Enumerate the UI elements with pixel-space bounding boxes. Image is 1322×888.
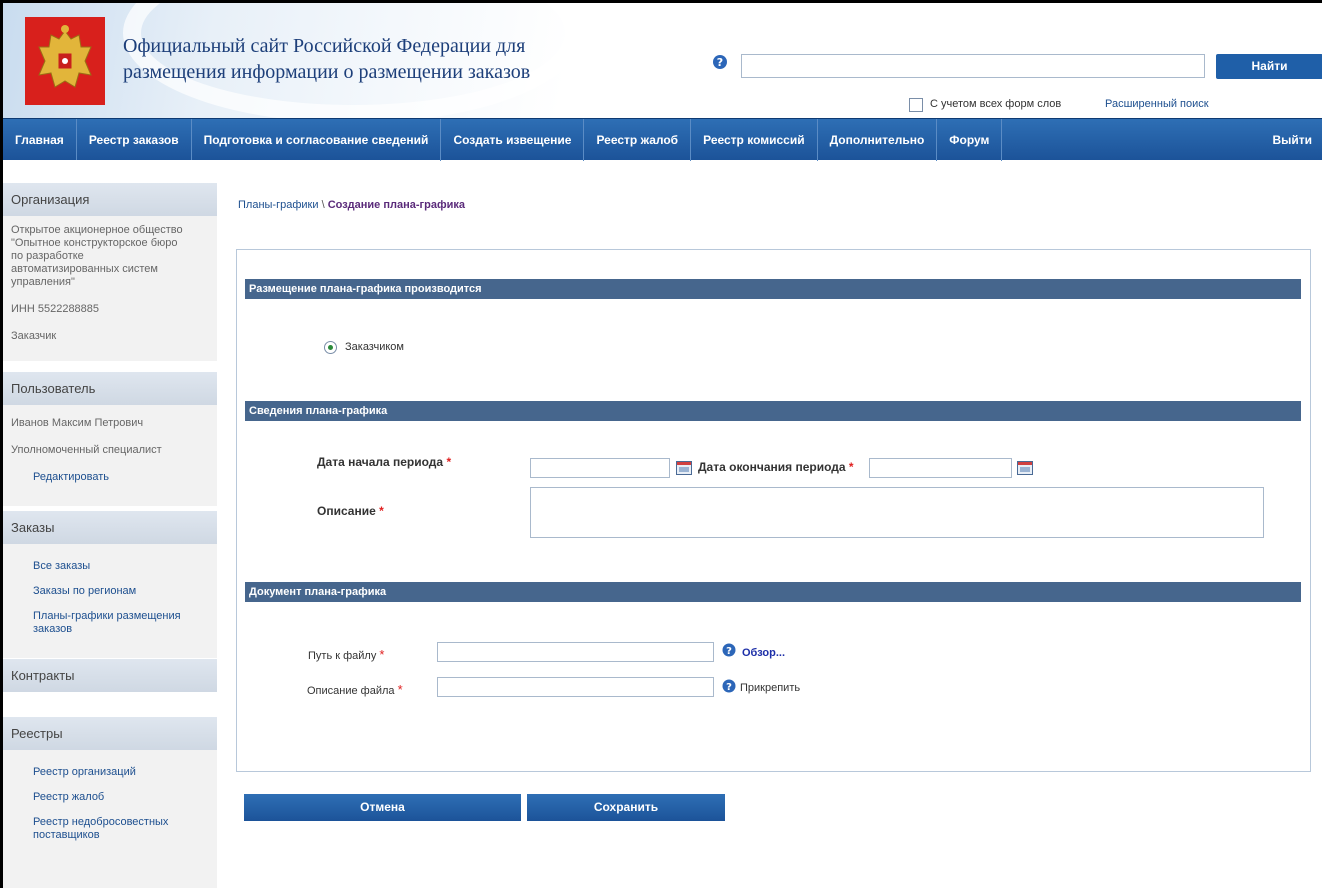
start-date-label: Дата начала периода * [317,455,451,469]
sidebar-link-complaints-registry[interactable]: Реестр жалоб [11,791,209,804]
nav-item-forum[interactable]: Форум [937,118,1003,161]
file-path-label-text: Путь к файлу [308,650,377,662]
description-label-text: Описание [317,504,376,518]
svg-text:?: ? [717,56,723,69]
organization-role: Заказчик [11,330,57,342]
description-textarea[interactable] [530,487,1264,538]
sidebar-spacer [3,160,217,182]
organization-inn: ИНН 5522288885 [11,303,100,315]
coat-of-arms-icon [25,17,105,105]
sidebar-link-schedule-plans[interactable]: Планы-графики размещения заказов [11,610,211,636]
nav-item-commissions-registry[interactable]: Реестр комиссий [691,118,818,161]
start-date-label-text: Дата начала периода [317,455,444,469]
calendar-icon[interactable] [676,461,692,475]
end-date-label: Дата окончания периода * [698,460,854,474]
file-path-label: Путь к файлу * [308,647,384,662]
attach-button[interactable]: Прикрепить [740,682,800,694]
search-button[interactable]: Найти [1216,54,1322,79]
nav-item-additional[interactable]: Дополнительно [818,118,938,161]
orders-block: Все заказы Заказы по регионам Планы-граф… [3,544,217,658]
breadcrumb-parent-link[interactable]: Планы-графики [238,199,319,211]
advanced-search-link[interactable]: Расширенный поиск [1105,98,1209,110]
site-title-line1: Официальный сайт Российской Федерации дл… [123,35,526,57]
cancel-button[interactable]: Отмена [244,794,521,821]
search-input[interactable] [741,54,1205,78]
end-date-input[interactable] [869,458,1012,478]
sidebar: Организация Открытое акционерное обществ… [3,160,217,888]
registries-block: Реестр организаций Реестр жалоб Реестр н… [3,750,217,864]
required-mark: * [848,460,854,474]
user-name: Иванов Максим Петрович [11,417,144,429]
svg-text:?: ? [726,646,732,657]
sidebar-heading-user: Пользователь [3,371,217,405]
help-icon[interactable]: ? [722,679,736,693]
file-description-label: Описание файла * [307,682,403,697]
required-mark: * [397,682,403,697]
sidebar-link-unfair-suppliers[interactable]: Реестр недобросовестных поставщиков [11,816,201,842]
nav-item-create-notice[interactable]: Создать извещение [441,118,585,161]
browse-button[interactable]: Обзор... [742,647,785,659]
nav-item-home[interactable]: Главная [3,118,77,161]
help-icon[interactable]: ? [712,54,728,70]
all-word-forms-checkbox[interactable] [909,98,923,112]
sidebar-spacer [3,361,217,371]
logout-button[interactable]: Выйти [1272,119,1312,161]
site-title: Официальный сайт Российской Федерации дл… [123,33,683,85]
required-mark: * [446,455,452,469]
sidebar-link-orders-by-region[interactable]: Заказы по регионам [11,585,209,598]
form-panel: Размещение плана-графика производится За… [236,249,1311,772]
end-date-label-text: Дата окончания периода [698,460,846,474]
svg-text:?: ? [726,682,732,693]
sidebar-spacer [3,692,217,716]
nav-item-orders-registry[interactable]: Реестр заказов [77,118,192,161]
radio-customer-label: Заказчиком [345,341,404,353]
breadcrumb-current: Создание плана-графика [327,199,465,211]
section-document-header: Документ плана-графика [245,582,1301,602]
nav-item-preparation[interactable]: Подготовка и согласование сведений [192,118,442,161]
all-word-forms-label: С учетом всех форм слов [930,98,1062,110]
breadcrumb-separator: \ [321,199,325,211]
required-mark: * [379,504,384,518]
site-title-line2: размещения информации о размещении заказ… [123,61,531,83]
save-button[interactable]: Сохранить [527,794,725,821]
sidebar-link-org-registry[interactable]: Реестр организаций [11,766,209,779]
nav-item-complaints-registry[interactable]: Реестр жалоб [584,118,692,161]
help-icon[interactable]: ? [722,643,736,657]
breadcrumb: Планы-графики \ Создание плана-графика [238,199,465,211]
file-description-label-text: Описание файла [307,685,395,697]
sidebar-link-all-orders[interactable]: Все заказы [11,560,209,573]
sidebar-heading-contracts[interactable]: Контракты [3,658,217,692]
site-header: Официальный сайт Российской Федерации дл… [3,3,1322,118]
edit-profile-link[interactable]: Редактировать [11,471,209,484]
calendar-icon[interactable] [1017,461,1033,475]
radio-customer[interactable] [324,341,337,354]
start-date-input[interactable] [530,458,670,478]
sidebar-heading-registries: Реестры [3,716,217,750]
organization-name: Открытое акционерное общество "Опытное к… [11,224,183,288]
description-label: Описание * [317,504,384,518]
sidebar-heading-orders: Заказы [3,510,217,544]
section-placement-header: Размещение плана-графика производится [245,279,1301,299]
section-schedule-info-header: Сведения плана-графика [245,401,1301,421]
required-mark: * [379,647,385,662]
organization-block: Открытое акционерное общество "Опытное к… [3,216,217,361]
file-path-input[interactable] [437,642,714,662]
sidebar-heading-organization: Организация [3,182,217,216]
main-nav: Главная Реестр заказов Подготовка и согл… [3,118,1322,161]
user-block: Иванов Максим Петрович Уполномоченный сп… [3,405,217,506]
file-description-input[interactable] [437,677,714,697]
user-role: Уполномоченный специалист [11,444,162,456]
